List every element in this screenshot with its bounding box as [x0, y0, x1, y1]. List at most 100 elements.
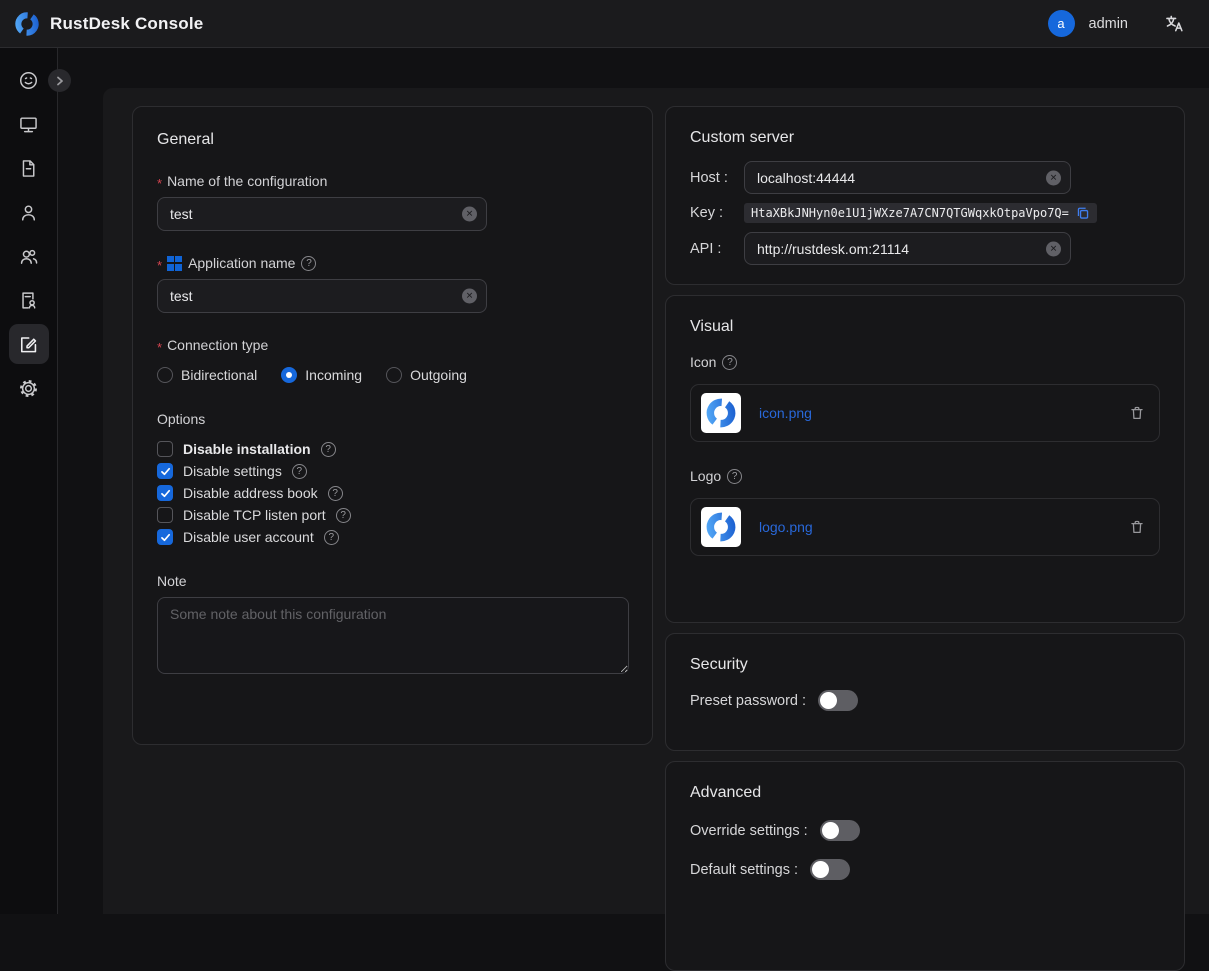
sidebar-item-groups[interactable] [9, 236, 49, 276]
host-label: Host : [690, 170, 744, 186]
rustdesk-logo-icon [705, 511, 737, 543]
chevron-right-icon [55, 76, 65, 86]
logo-file-link[interactable]: logo.png [759, 519, 813, 535]
trash-icon[interactable] [1129, 405, 1145, 421]
default-settings-label: Default settings : [690, 862, 798, 878]
gear-icon [18, 378, 39, 399]
radio-bidirectional[interactable]: Bidirectional [157, 367, 257, 383]
host-input[interactable] [744, 161, 1071, 194]
preset-password-label: Preset password : [690, 693, 806, 709]
help-icon[interactable]: ? [321, 442, 336, 457]
api-input[interactable] [744, 232, 1071, 265]
override-settings-label: Override settings : [690, 823, 808, 839]
key-label: Key : [690, 205, 744, 221]
username[interactable]: admin [1089, 16, 1129, 32]
icon-thumbnail [701, 393, 741, 433]
api-field: ✕ [744, 232, 1071, 265]
main-content: General * Name of the configuration ✕ * … [103, 88, 1209, 914]
radio-icon [386, 367, 402, 383]
monitor-icon [18, 114, 39, 135]
default-settings-toggle[interactable] [810, 859, 850, 880]
help-icon[interactable]: ? [324, 530, 339, 545]
default-settings-row: Default settings : [690, 859, 1160, 880]
help-icon[interactable]: ? [292, 464, 307, 479]
option-disable-settings: Disable settings ? [157, 463, 628, 479]
override-settings-row: Override settings : [690, 820, 1160, 841]
sidebar [0, 48, 58, 914]
smiley-icon [18, 70, 39, 91]
required-asterisk: * [157, 258, 162, 273]
checkbox-checked-icon[interactable] [157, 485, 173, 501]
override-settings-toggle[interactable] [820, 820, 860, 841]
logo-label: Logo ? [690, 468, 1160, 484]
security-title: Security [690, 656, 1160, 674]
options-list: Disable installation ? Disable settings … [157, 441, 628, 545]
rustdesk-logo-icon [14, 11, 40, 37]
clear-icon[interactable]: ✕ [462, 207, 477, 222]
api-label: API : [690, 241, 744, 257]
app-title: RustDesk Console [50, 14, 203, 34]
key-value: HtaXBkJNHyn0e1U1jWXze7A7CN7QTGWqxkOtpaVp… [751, 206, 1069, 220]
host-field: ✕ [744, 161, 1071, 194]
key-chip: HtaXBkJNHyn0e1U1jWXze7A7CN7QTGWqxkOtpaVp… [744, 203, 1097, 223]
advanced-title: Advanced [690, 784, 1160, 802]
option-disable-tcp-listen-port: Disable TCP listen port ? [157, 507, 628, 523]
app-header: RustDesk Console a admin [0, 0, 1209, 48]
general-card-title: General [157, 131, 628, 149]
radio-selected-icon [281, 367, 297, 383]
note-textarea[interactable] [157, 597, 629, 674]
clear-icon[interactable]: ✕ [1046, 170, 1061, 185]
option-disable-address-book: Disable address book ? [157, 485, 628, 501]
advanced-card: Advanced Override settings : Default set… [665, 761, 1185, 971]
config-name-input[interactable] [157, 197, 487, 231]
application-name-input[interactable] [157, 279, 487, 313]
sidebar-item-address-books[interactable] [9, 280, 49, 320]
checkbox-unchecked-icon[interactable] [157, 507, 173, 523]
copy-icon[interactable] [1076, 206, 1090, 220]
help-icon[interactable]: ? [336, 508, 351, 523]
sidebar-collapse-button[interactable] [48, 69, 71, 92]
edit-icon [18, 334, 39, 355]
preset-password-toggle[interactable] [818, 690, 858, 711]
sidebar-item-dashboard[interactable] [9, 60, 49, 100]
icon-file-link[interactable]: icon.png [759, 405, 812, 421]
config-name-field: ✕ [157, 197, 487, 231]
checkbox-unchecked-icon[interactable] [157, 441, 173, 457]
users-icon [18, 246, 39, 267]
clear-icon[interactable]: ✕ [462, 289, 477, 304]
visual-title: Visual [690, 318, 1160, 336]
connection-type-label: * Connection type [157, 337, 628, 353]
options-label: Options [157, 411, 628, 427]
sidebar-item-devices[interactable] [9, 104, 49, 144]
general-card: General * Name of the configuration ✕ * … [132, 106, 653, 745]
help-icon[interactable]: ? [722, 355, 737, 370]
checkbox-checked-icon[interactable] [157, 463, 173, 479]
sidebar-item-settings[interactable] [9, 368, 49, 408]
windows-logo-icon [167, 256, 182, 271]
radio-outgoing[interactable]: Outgoing [386, 367, 467, 383]
clear-icon[interactable]: ✕ [1046, 241, 1061, 256]
help-icon[interactable]: ? [727, 469, 742, 484]
document-icon [18, 158, 39, 179]
custom-server-card: Custom server Host : ✕ Key : HtaXBkJNHyn… [665, 106, 1185, 285]
sidebar-item-custom-clients[interactable] [9, 324, 49, 364]
application-name-label: * Application name ? [157, 255, 628, 271]
logo-file-row: logo.png [690, 498, 1160, 556]
note-label: Note [157, 573, 628, 589]
user-avatar[interactable]: a [1048, 10, 1075, 37]
application-name-field: ✕ [157, 279, 487, 313]
security-card: Security Preset password : [665, 633, 1185, 751]
brand: RustDesk Console [14, 11, 203, 37]
user-icon [18, 202, 39, 223]
radio-icon [157, 367, 173, 383]
sidebar-item-logs[interactable] [9, 148, 49, 188]
icon-file-row: icon.png [690, 384, 1160, 442]
help-icon[interactable]: ? [301, 256, 316, 271]
sidebar-item-users[interactable] [9, 192, 49, 232]
trash-icon[interactable] [1129, 519, 1145, 535]
preset-password-row: Preset password : [690, 690, 1160, 711]
help-icon[interactable]: ? [328, 486, 343, 501]
radio-incoming[interactable]: Incoming [281, 367, 362, 383]
checkbox-checked-icon[interactable] [157, 529, 173, 545]
translate-icon[interactable] [1164, 13, 1185, 34]
